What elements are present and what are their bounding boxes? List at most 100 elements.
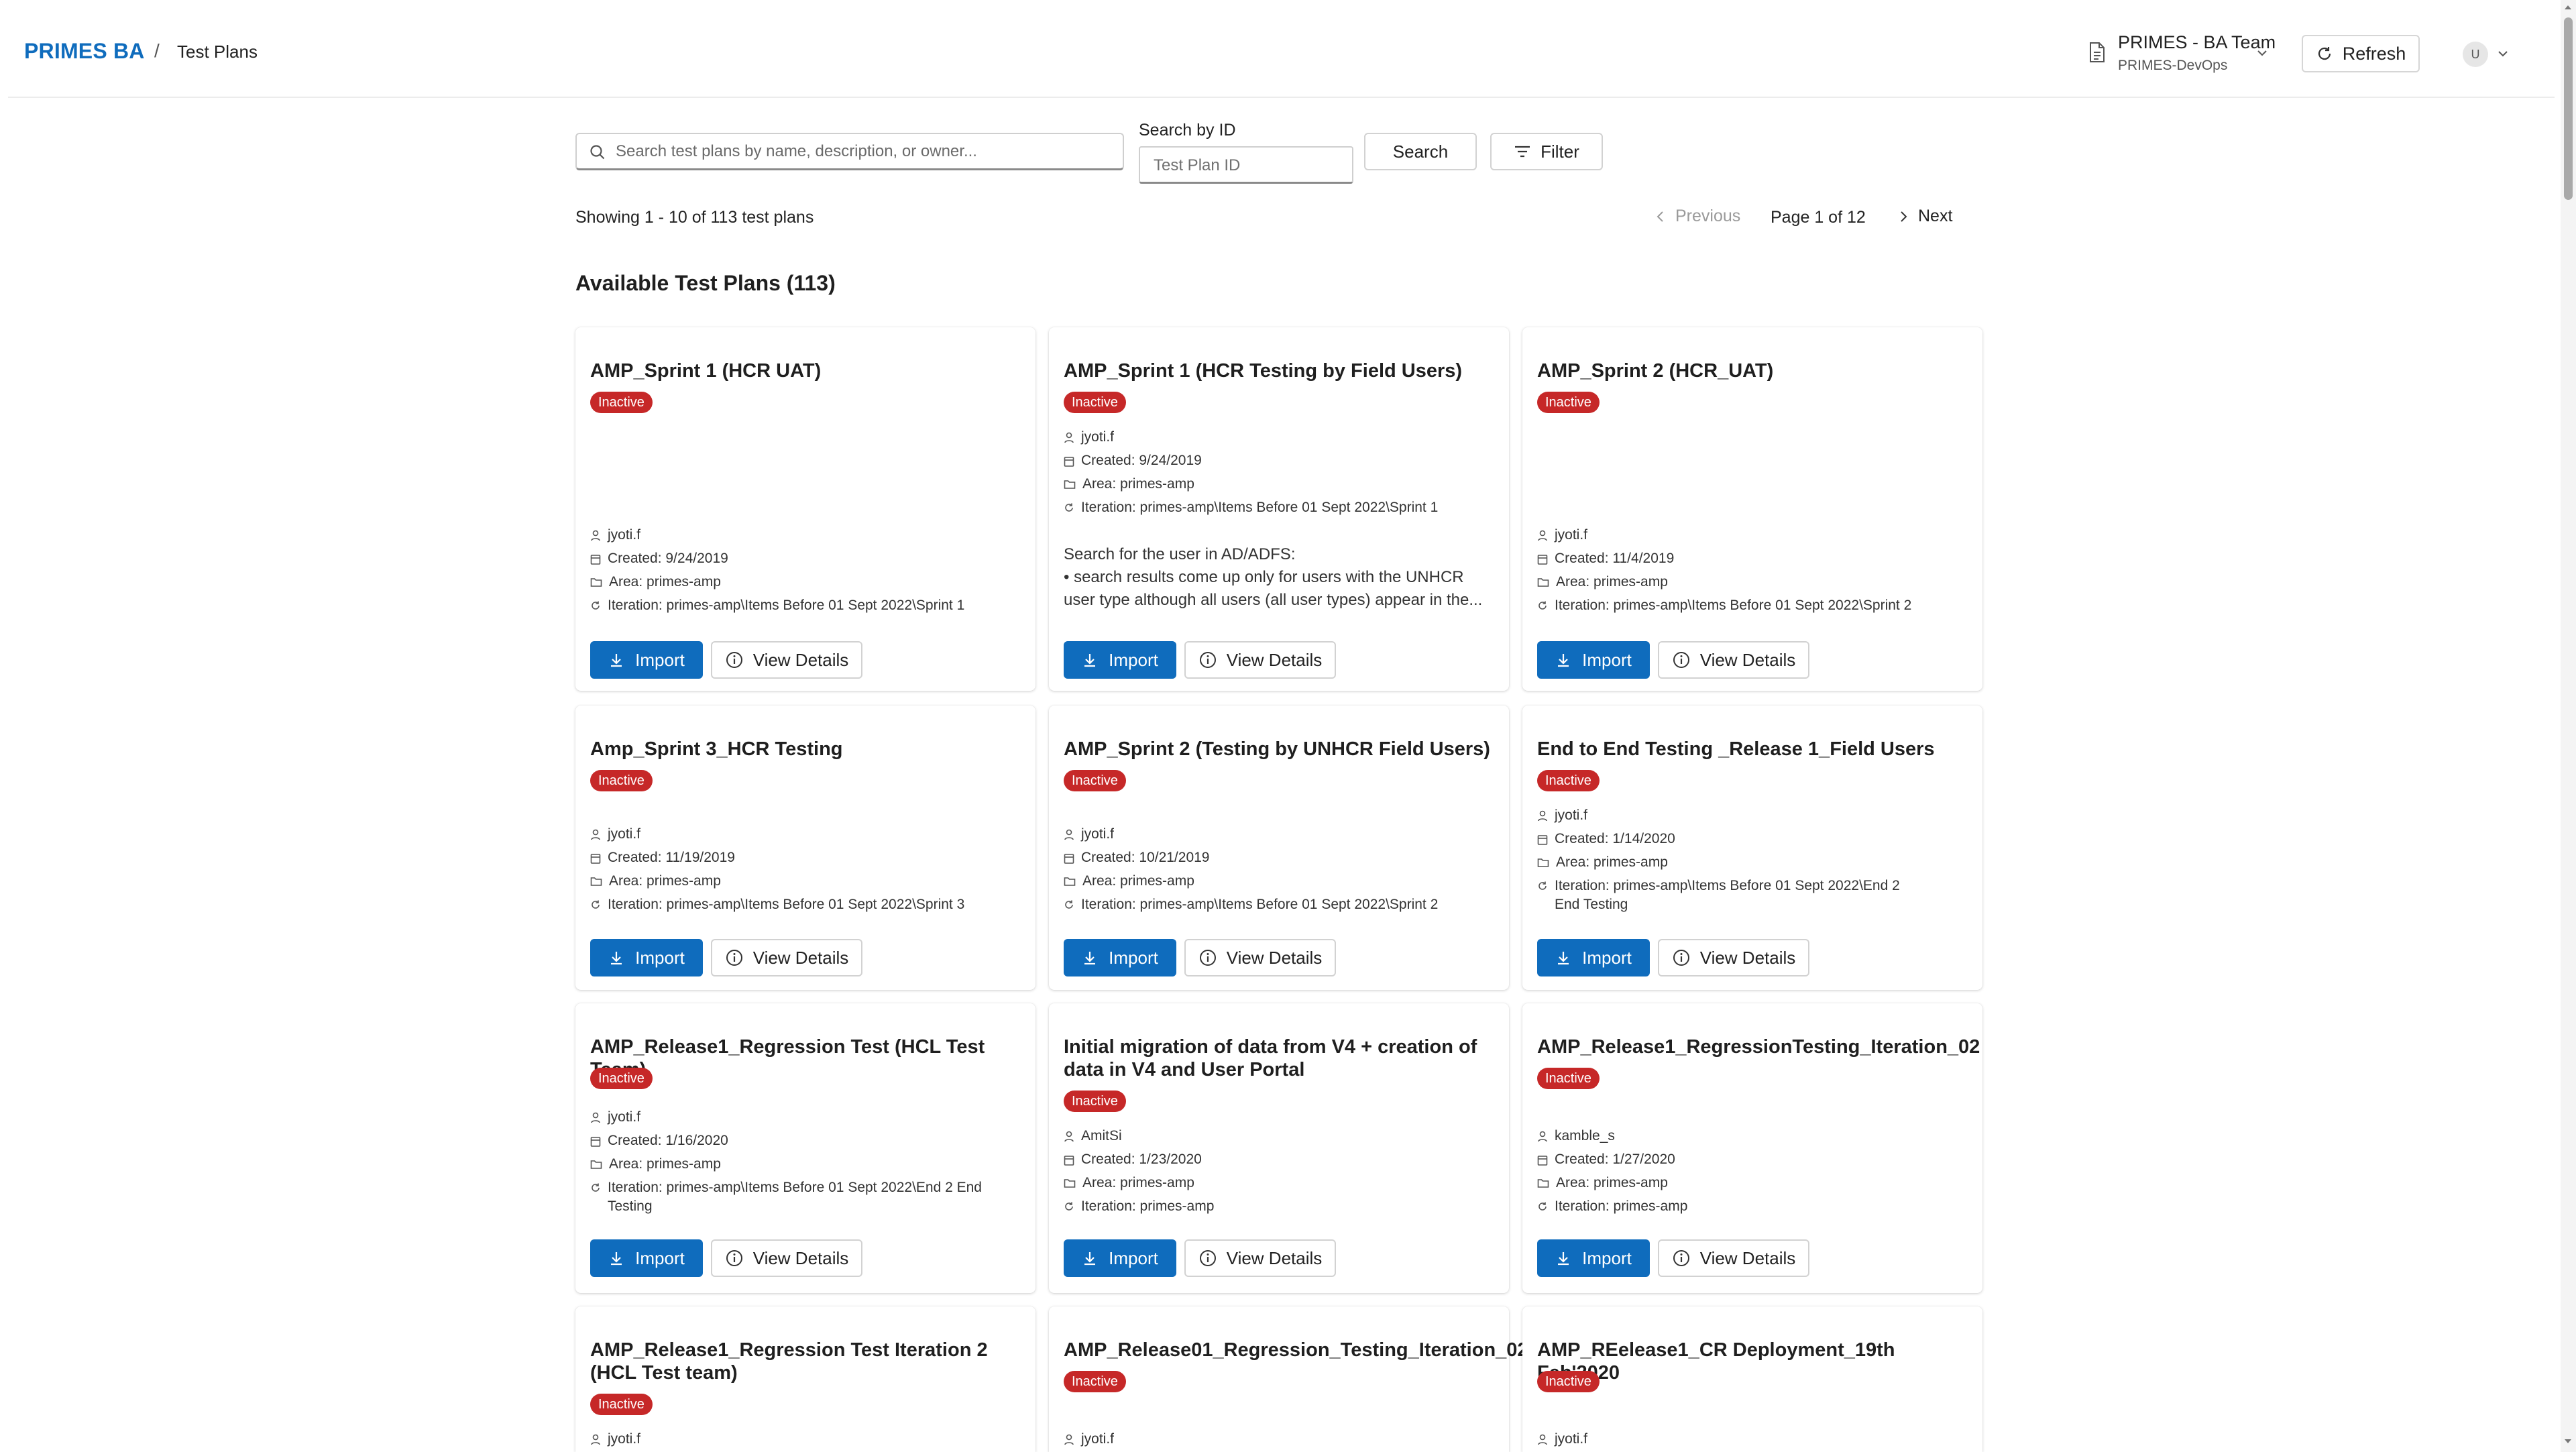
import-label: Import xyxy=(1582,947,1632,968)
previous-label: Previous xyxy=(1675,207,1741,225)
scrollbar-thumb[interactable] xyxy=(2564,17,2573,200)
view-details-button[interactable]: View Details xyxy=(1658,641,1809,679)
view-details-button[interactable]: View Details xyxy=(711,939,862,976)
test-plan-card: AMP_Release1_Regression Test (HCL Test T… xyxy=(575,1003,1035,1293)
test-plan-card: AMP_Release1_RegressionTesting_Iteration… xyxy=(1522,1003,1982,1293)
scroll-up-arrow-icon[interactable] xyxy=(2563,3,2573,12)
view-details-label: View Details xyxy=(1226,947,1323,968)
refresh-button[interactable]: Refresh xyxy=(2302,35,2420,72)
owner-text: jyoti.f xyxy=(1081,429,1115,445)
chevron-down-icon[interactable] xyxy=(2496,47,2510,60)
scroll-down-arrow-icon[interactable] xyxy=(2563,1437,2573,1446)
search-field[interactable] xyxy=(575,133,1124,170)
area-text: Area: primes-amp xyxy=(1556,854,1668,870)
next-page-button[interactable]: Next xyxy=(1898,207,1952,226)
view-details-button[interactable]: View Details xyxy=(1184,641,1336,679)
card-metadata: kamble_s Created: 1/27/2020 Area: primes… xyxy=(1537,1127,1966,1221)
card-title: AMP_Release1_Regression Test Iteration 2… xyxy=(590,1339,988,1384)
import-label: Import xyxy=(1109,649,1158,670)
status-badge: Inactive xyxy=(1537,1068,1600,1089)
created-text: Created: 10/21/2019 xyxy=(1081,850,1210,865)
iteration-text: Iteration: primes-amp\Items Before 01 Se… xyxy=(608,1180,982,1214)
filter-button[interactable]: Filter xyxy=(1490,133,1603,170)
user-icon xyxy=(591,829,600,840)
card-description: Search for the user in AD/ADFS: • search… xyxy=(1064,543,1493,612)
info-icon xyxy=(1199,950,1216,966)
card-title: AMP_REelease1_CR Deployment_19th Feb'202… xyxy=(1537,1339,1895,1384)
user-avatar[interactable]: U xyxy=(2463,42,2488,67)
created-text: Created: 9/24/2019 xyxy=(1081,453,1202,468)
download-icon xyxy=(1558,952,1569,965)
view-details-button[interactable]: View Details xyxy=(1184,939,1336,976)
card-metadata: jyoti.f xyxy=(590,1430,1019,1452)
document-icon xyxy=(2090,42,2105,62)
test-plan-id-field[interactable] xyxy=(1139,146,1353,184)
card-title: AMP_Release1_RegressionTesting_Iteration… xyxy=(1537,1036,1980,1058)
user-icon xyxy=(591,530,600,541)
status-badge: Inactive xyxy=(590,1068,653,1089)
view-details-button[interactable]: View Details xyxy=(1658,939,1809,976)
calendar-icon xyxy=(1064,854,1074,864)
import-button[interactable]: Import xyxy=(590,641,703,679)
iteration-icon xyxy=(1538,601,1547,610)
view-details-button[interactable]: View Details xyxy=(1658,1239,1809,1277)
iteration-text: Iteration: primes-amp\Items Before 01 Se… xyxy=(1555,598,1912,613)
team-selector-org[interactable]: PRIMES-DevOps xyxy=(2118,58,2227,74)
folder-icon xyxy=(590,877,602,886)
results-count: Showing 1 - 10 of 113 test plans xyxy=(575,208,814,227)
import-button[interactable]: Import xyxy=(590,939,703,976)
folder-icon xyxy=(1537,578,1549,587)
download-icon xyxy=(611,952,622,965)
next-label: Next xyxy=(1918,207,1953,225)
chevron-down-icon[interactable] xyxy=(2255,46,2270,60)
download-icon xyxy=(611,654,622,667)
user-icon xyxy=(591,1434,600,1445)
test-plan-card: End to End Testing _Release 1_Field User… xyxy=(1522,706,1982,990)
card-metadata: jyoti.f xyxy=(1537,1430,1966,1452)
test-plan-card: AMP_Sprint 2 (Testing by UNHCR Field Use… xyxy=(1049,706,1509,990)
section-title: Available Test Plans (113) xyxy=(575,271,836,295)
brand-link[interactable]: PRIMES BA xyxy=(24,39,145,64)
view-details-button[interactable]: View Details xyxy=(711,1239,862,1277)
refresh-label: Refresh xyxy=(2342,43,2406,64)
folder-icon xyxy=(1064,877,1076,886)
import-button[interactable]: Import xyxy=(1537,641,1650,679)
team-selector-name[interactable]: PRIMES - BA Team xyxy=(2118,32,2276,53)
card-title: AMP_Release1_Regression Test (HCL Test T… xyxy=(590,1036,985,1080)
created-text: Created: 9/24/2019 xyxy=(608,551,728,566)
user-icon xyxy=(1064,1434,1074,1445)
search-input[interactable] xyxy=(616,139,1112,164)
refresh-icon xyxy=(2318,47,2331,60)
owner-text: jyoti.f xyxy=(1081,826,1115,842)
owner-text: kamble_s xyxy=(1555,1128,1615,1143)
view-details-button[interactable]: View Details xyxy=(711,641,862,679)
search-icon xyxy=(590,145,605,160)
import-button[interactable]: Import xyxy=(1064,939,1176,976)
chevron-left-icon xyxy=(1657,211,1663,222)
import-button[interactable]: Import xyxy=(590,1239,703,1277)
test-plan-id-input[interactable] xyxy=(1154,154,1341,177)
view-details-label: View Details xyxy=(1699,1247,1796,1268)
created-text: Created: 1/16/2020 xyxy=(608,1133,728,1148)
owner-text: AmitSi xyxy=(1081,1128,1122,1143)
import-button[interactable]: Import xyxy=(1537,1239,1650,1277)
iteration-text: Iteration: primes-amp xyxy=(1081,1198,1215,1214)
owner-text: jyoti.f xyxy=(1081,1431,1115,1447)
calendar-icon xyxy=(590,1137,601,1147)
created-text: Created: 11/4/2019 xyxy=(1555,551,1675,566)
owner-text: jyoti.f xyxy=(608,1109,641,1125)
page-scrollbar[interactable] xyxy=(2561,0,2576,1452)
previous-page-button[interactable]: Previous xyxy=(1655,207,1740,226)
breadcrumb-current-page: Test Plans xyxy=(177,42,258,62)
iteration-text: Iteration: primes-amp\Items Before 01 Se… xyxy=(1555,878,1900,912)
folder-icon xyxy=(590,1160,602,1169)
download-icon xyxy=(1084,952,1096,965)
card-metadata: jyoti.f Created: 11/4/2019 Area: primes-… xyxy=(1537,526,1966,620)
import-button[interactable]: Import xyxy=(1064,641,1176,679)
card-title: AMP_Sprint 1 (HCR UAT) xyxy=(590,360,822,382)
import-button[interactable]: Import xyxy=(1064,1239,1176,1277)
view-details-button[interactable]: View Details xyxy=(1184,1239,1336,1277)
iteration-icon xyxy=(1065,503,1073,512)
import-button[interactable]: Import xyxy=(1537,939,1650,976)
search-button[interactable]: Search xyxy=(1364,133,1477,170)
